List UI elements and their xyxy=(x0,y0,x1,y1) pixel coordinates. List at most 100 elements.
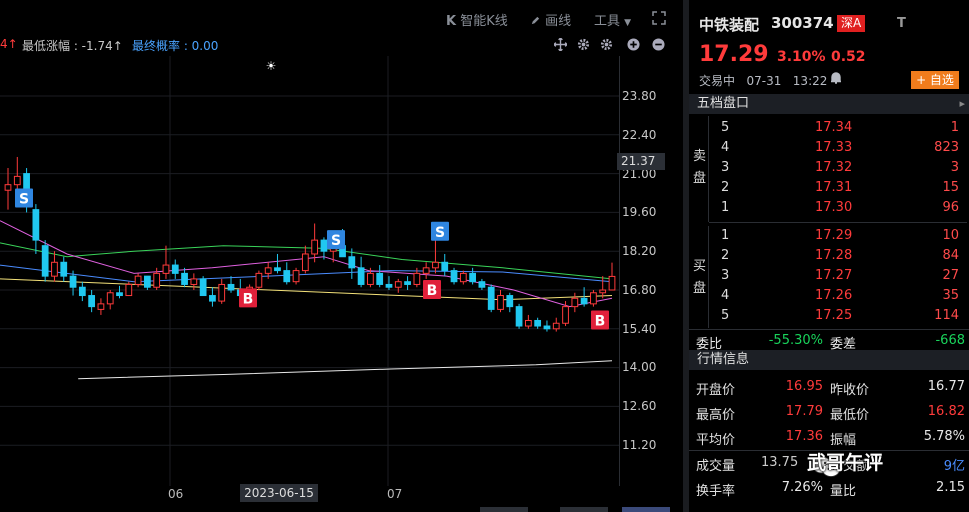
order-book-row[interactable]: 5 17.34 1 xyxy=(709,119,967,139)
order-volume: 823 xyxy=(934,140,959,155)
order-book-row[interactable]: 2 17.31 15 xyxy=(709,179,967,199)
order-book-row[interactable]: 2 17.28 84 xyxy=(709,247,967,267)
quote-time: 13:22 xyxy=(792,74,828,88)
info-row: 最高价 17.79 最低价 16.82 xyxy=(689,400,969,425)
buy-signal-label: B xyxy=(595,313,606,329)
zoom-out-icon[interactable] xyxy=(652,38,665,51)
order-book-row[interactable]: 1 17.29 10 xyxy=(709,227,967,247)
order-volume: 84 xyxy=(942,248,959,263)
long-term-ma-line xyxy=(78,360,613,380)
order-price: 17.27 xyxy=(815,268,853,283)
t-trade-icon[interactable]: T xyxy=(897,16,906,31)
candle-body xyxy=(487,286,495,310)
draw-line-button[interactable]: 画线 xyxy=(530,10,571,29)
trade-status: 交易中 xyxy=(699,74,736,88)
order-book-row[interactable]: 5 17.25 114 xyxy=(709,307,967,327)
candle-body xyxy=(32,209,40,241)
candle-body xyxy=(571,297,579,308)
buy-signal-label: B xyxy=(427,283,438,299)
info-label: 振幅 xyxy=(830,433,857,448)
info-row: 换手率 7.26% 量比 2.15 xyxy=(689,476,969,501)
candle-body xyxy=(404,281,411,285)
order-book-row[interactable]: 3 17.32 3 xyxy=(709,159,967,179)
candle-body xyxy=(69,275,77,288)
candle-body xyxy=(171,264,179,274)
info-value: 17.79 xyxy=(785,404,823,419)
candle-body xyxy=(534,319,542,327)
zoom-in-icon[interactable] xyxy=(627,38,640,51)
candle-body xyxy=(190,278,198,285)
candle-body xyxy=(274,267,281,272)
price-tick: 22.40 xyxy=(622,128,657,142)
candle-body xyxy=(413,272,421,285)
sell-signal-label: S xyxy=(19,192,29,208)
candle-body xyxy=(218,283,226,302)
candle-body xyxy=(255,272,263,288)
wei-bi-value: -55.30% xyxy=(768,333,823,348)
candle-body xyxy=(394,281,402,288)
quote-date: 07-31 xyxy=(746,74,782,88)
candle-body xyxy=(590,292,597,305)
candle-body xyxy=(422,267,430,274)
price-tick: 16.80 xyxy=(622,283,657,297)
order-volume: 3 xyxy=(950,160,959,175)
chart-toolbar: K 智能K线 画线 工具 ▼ xyxy=(0,0,683,34)
candle-body xyxy=(4,184,12,191)
candle-body xyxy=(51,261,58,277)
order-volume: 15 xyxy=(942,180,959,195)
price-tick: 18.20 xyxy=(622,244,657,258)
sun-icon: ☀ xyxy=(266,59,277,73)
candle-body xyxy=(125,283,133,297)
candle-body xyxy=(199,278,207,297)
info-label: 最低价 xyxy=(830,408,870,423)
candle-body xyxy=(153,272,161,288)
stock-code: 300374 xyxy=(771,14,834,32)
date-tick: 06 xyxy=(168,487,184,501)
info-label: 昨收价 xyxy=(830,383,870,398)
order-level: 4 xyxy=(721,288,730,303)
wei-cha-value: -668 xyxy=(935,333,965,348)
order-book-row[interactable]: 4 17.33 823 xyxy=(709,139,967,159)
tools-menu[interactable]: 工具 ▼ xyxy=(594,10,631,29)
indicator-gear-icon[interactable] xyxy=(600,38,613,51)
volume-ratio-label: 量比 xyxy=(830,484,857,499)
order-price: 17.32 xyxy=(815,160,853,175)
date-tick: 07 xyxy=(387,487,403,501)
order-level: 4 xyxy=(721,140,730,155)
candle-body xyxy=(469,272,476,283)
candle-body xyxy=(562,306,569,324)
candle-body xyxy=(301,253,309,272)
bell-icon[interactable] xyxy=(829,71,843,85)
candle-body xyxy=(60,261,68,277)
candle-body xyxy=(599,289,607,294)
order-volume: 10 xyxy=(942,228,959,243)
info-value: 5.78% xyxy=(923,429,965,444)
move-icon[interactable] xyxy=(554,38,567,51)
candle-body xyxy=(580,297,588,305)
order-level: 2 xyxy=(721,248,730,263)
order-volume: 27 xyxy=(942,268,959,283)
order-price: 17.34 xyxy=(815,120,853,135)
fullscreen-icon[interactable] xyxy=(652,11,666,25)
candle-body xyxy=(97,303,105,310)
settings-gear-icon[interactable] xyxy=(577,38,590,51)
kline-chart-area[interactable]: K 智能K线 画线 工具 ▼ 4↑ 最低涨幅 : -1.74↑ 最终概率 : 0… xyxy=(0,0,683,512)
candle-body xyxy=(13,175,21,186)
price-axis: 23.80 22.40 21.00 19.60 18.20 16.80 15.4… xyxy=(620,56,683,486)
order-ratio-row: 委比 -55.30% 委差 -668 xyxy=(689,331,969,352)
order-book-row[interactable]: 4 17.26 35 xyxy=(709,287,967,307)
add-favorite-button[interactable]: + 自选 xyxy=(911,71,959,89)
crosshair-date-label: 2023-06-15 xyxy=(240,484,318,502)
candlestick-chart[interactable]: S S S B B B ☀ xyxy=(0,56,620,486)
order-level: 5 xyxy=(721,308,730,323)
smart-kline-button[interactable]: K 智能K线 xyxy=(446,10,508,29)
candle-body xyxy=(348,256,356,269)
order-book-row[interactable]: 1 17.30 96 xyxy=(709,199,967,219)
indicator-tabs-strip[interactable] xyxy=(0,504,683,512)
info-label: 平均价 xyxy=(696,433,736,448)
price-tick: 23.80 xyxy=(622,89,657,103)
info-value: 16.95 xyxy=(785,379,823,394)
candle-body xyxy=(367,272,374,285)
order-book-row[interactable]: 3 17.27 27 xyxy=(709,267,967,287)
candle-body xyxy=(181,272,188,285)
